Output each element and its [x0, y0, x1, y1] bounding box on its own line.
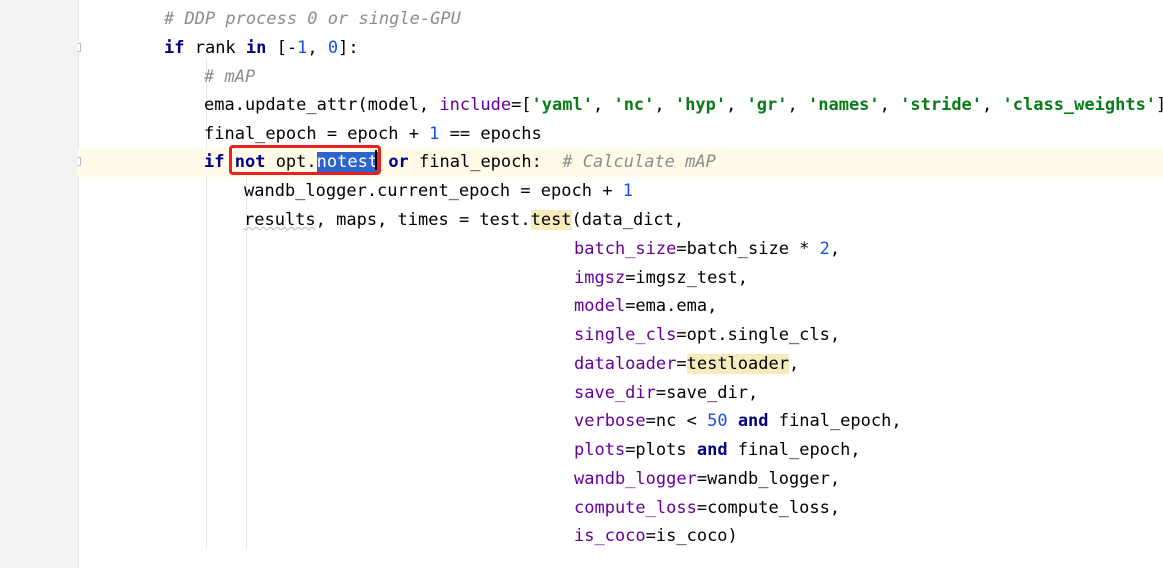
keyword-argument: single_cls [574, 325, 677, 345]
code-line-361[interactable]: 361 verbose=nc < 50 and final_epoch, [78, 407, 1163, 436]
code-text: =is_coco) [645, 526, 738, 546]
code-text: =wandb_logger, [696, 469, 841, 489]
comment: # DDP process 0 or single-GPU [164, 9, 461, 29]
code-line-347[interactable]: 347 # DDP process 0 or single-GPU [78, 5, 1163, 34]
code-text: final_epoch, [768, 411, 902, 431]
code-line-356[interactable]: 356 imgsz=imgsz_test, [78, 264, 1163, 293]
code-editor[interactable]: 347 # DDP process 0 or single-GPU 348 if… [78, 0, 1163, 568]
text-caret [375, 150, 377, 170]
keyword-argument: dataloader [574, 354, 677, 374]
keyword: or [388, 152, 409, 172]
code-text: (data_dict, [571, 210, 685, 230]
code-text: =save_dir, [655, 383, 759, 403]
code-line-366[interactable]: 366 [78, 551, 1163, 568]
code-text: , [879, 95, 901, 115]
code-text: =ema.ema, [625, 296, 718, 316]
code-line-354[interactable]: 354 results, maps, times = test.test(dat… [78, 206, 1163, 235]
usage-highlight: test [530, 210, 572, 230]
code-text: rank [184, 38, 246, 58]
string: 'names' [808, 95, 880, 115]
comment: # Calculate mAP [562, 152, 716, 172]
string: 'hyp' [674, 95, 727, 115]
keyword: if [204, 152, 225, 172]
code-text: =batch_size * [676, 239, 820, 259]
code-text: =imgsz_test, [625, 268, 749, 288]
comment: # mAP [204, 67, 256, 87]
keyword-argument: batch_size [574, 239, 677, 259]
keyword-argument: model [574, 296, 626, 316]
code-text: =compute_loss, [696, 498, 841, 518]
line-number-gutter [0, 0, 79, 568]
code-text: , maps, times = test. [315, 210, 531, 230]
code-text: , [654, 95, 675, 115]
fold-marker-icon[interactable] [78, 43, 81, 52]
code-text: ]: [338, 38, 359, 58]
keyword: and [737, 411, 769, 431]
code-line-348[interactable]: 348 if rank in [-1, 0]: [78, 34, 1163, 63]
code-line-355[interactable]: 355 batch_size=batch_size * 2, [78, 235, 1163, 264]
code-line-362[interactable]: 362 plots=plots and final_epoch, [78, 436, 1163, 465]
keyword-argument: imgsz [574, 268, 626, 288]
code-text: , [726, 95, 747, 115]
string: 'nc' [613, 95, 655, 115]
code-text: =nc < [645, 411, 708, 431]
code-line-363[interactable]: 363 wandb_logger=wandb_logger, [78, 465, 1163, 494]
code-text: [- [266, 38, 298, 58]
code-text: , [307, 38, 328, 58]
annotation-highlight-box [229, 145, 381, 175]
code-text: =opt.single_cls, [676, 325, 841, 345]
code-line-358[interactable]: 358 single_cls=opt.single_cls, [78, 321, 1163, 350]
code-text: final_epoch, [727, 440, 861, 460]
keyword: and [696, 440, 728, 460]
keyword-argument: include [439, 95, 512, 115]
keyword-argument: compute_loss [574, 498, 697, 518]
code-text: = [676, 354, 687, 374]
keyword-argument: is_coco [574, 526, 646, 546]
code-line-364[interactable]: 364 compute_loss=compute_loss, [78, 494, 1163, 523]
code-text: =plots [625, 440, 697, 460]
keyword: in [245, 38, 267, 58]
code-text: wandb_logger.current_epoch = epoch + [244, 181, 623, 201]
keyword-argument: save_dir [574, 383, 656, 403]
number: 1 [429, 124, 440, 144]
code-line-360[interactable]: 360 save_dir=save_dir, [78, 379, 1163, 408]
number: 1 [622, 181, 633, 201]
code-line-365[interactable]: 365 is_coco=is_coco) [78, 522, 1163, 551]
code-text: final_epoch: [408, 152, 563, 172]
code-line-357[interactable]: 357 model=ema.ema, [78, 292, 1163, 321]
fold-marker-icon[interactable] [78, 157, 81, 166]
keyword-argument: wandb_logger [574, 469, 697, 489]
number: 1 [297, 38, 308, 58]
string: 'stride' [900, 95, 983, 115]
number: 50 [707, 411, 728, 431]
code-text: =[ [511, 95, 532, 115]
code-text: , [787, 95, 808, 115]
code-text: ema.update_attr(model, [204, 95, 440, 115]
code-text: == epochs [439, 124, 542, 144]
string: 'yaml' [531, 95, 593, 115]
string: 'class_weights' [1002, 95, 1157, 115]
keyword: if [164, 38, 185, 58]
code-line-353[interactable]: 353 wandb_logger.current_epoch = epoch +… [78, 177, 1163, 206]
keyword-argument: plots [574, 440, 626, 460]
code-text: final_epoch = epoch + [204, 124, 430, 144]
code-text: results [244, 210, 316, 230]
code-text: ]) [1156, 95, 1163, 115]
code-line-349[interactable]: 349 # mAP [78, 63, 1163, 92]
number: 0 [327, 38, 339, 58]
code-text: , [829, 239, 841, 259]
keyword-argument: verbose [574, 411, 646, 431]
code-text: , [982, 95, 1003, 115]
code-line-350[interactable]: 350 ema.update_attr(model, include=['yam… [78, 91, 1163, 120]
code-text: , [592, 95, 614, 115]
code-line-359[interactable]: 359 dataloader=testloader, [78, 350, 1163, 379]
usage-highlight: testloader [686, 354, 789, 374]
string: 'gr' [746, 95, 788, 115]
code-text: , [788, 354, 800, 374]
number: 2 [819, 239, 830, 259]
